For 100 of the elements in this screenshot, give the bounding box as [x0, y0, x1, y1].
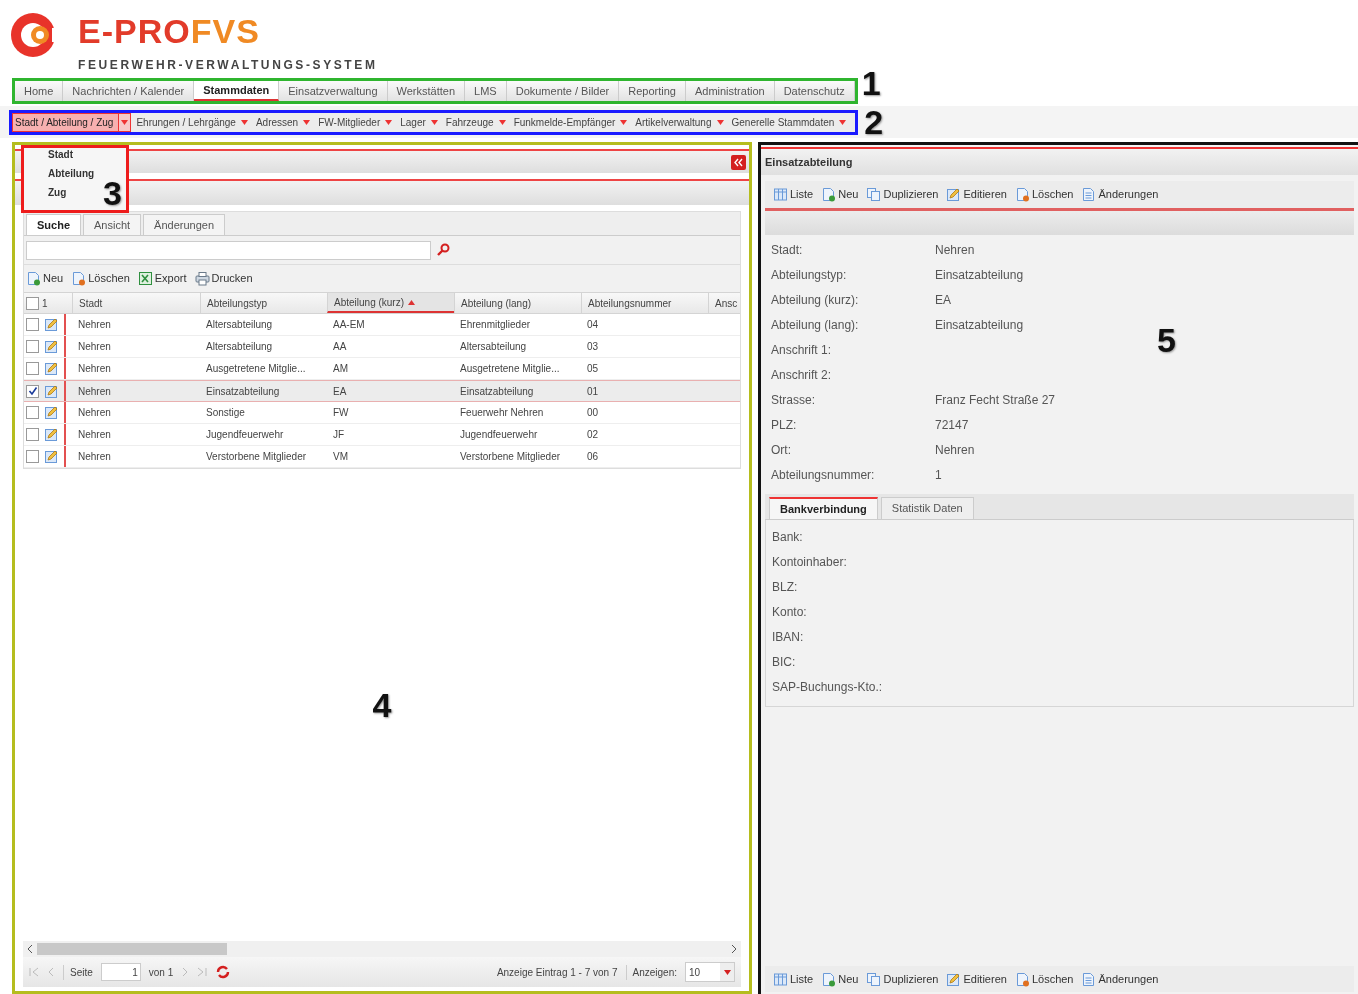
checkbox[interactable]: [26, 340, 39, 353]
toolbar-button[interactable]: Drucken: [194, 270, 253, 287]
menu-button[interactable]: Generelle Stammdaten: [728, 112, 850, 132]
tab[interactable]: Bankverbindung: [769, 497, 878, 519]
checkbox[interactable]: [26, 384, 39, 398]
menu-item[interactable]: Stadt: [48, 149, 73, 161]
field-label: SAP-Buchungs-Kto.:: [772, 679, 884, 696]
nav-tab[interactable]: Datenschutz: [774, 81, 855, 101]
scroll-right-icon[interactable]: [731, 945, 737, 953]
logo-subtitle: FEUERWEHR-VERWALTUNGS-SYSTEM: [78, 57, 378, 74]
table-cell-text: Altersabteilung: [459, 340, 528, 354]
nav-tab[interactable]: Stammdaten: [194, 81, 280, 101]
caret-icon: [240, 119, 248, 125]
nav-tab[interactable]: Nachrichten / Kalender: [63, 81, 195, 101]
toolbar-button[interactable]: Duplizieren: [866, 186, 939, 203]
toolbar-button[interactable]: Export: [137, 270, 187, 287]
first-page-icon[interactable]: [29, 967, 39, 977]
checkbox[interactable]: [26, 318, 39, 331]
nav-tab[interactable]: LMS: [465, 81, 507, 101]
page-field[interactable]: 1: [100, 963, 141, 981]
toolbar-button[interactable]: Neu: [821, 970, 859, 988]
table-cell-text: 02: [586, 428, 600, 442]
search-field[interactable]: [26, 240, 431, 260]
page-size-select[interactable]: 10: [685, 962, 735, 982]
document-minus-icon: [1014, 187, 1030, 202]
menu-button[interactable]: Lager: [397, 112, 441, 132]
column-header[interactable]: Abteilung (kurz): [327, 293, 454, 313]
column-header[interactable]: Ansc: [708, 293, 740, 313]
nav-tab[interactable]: Einsatzverwaltung: [279, 81, 388, 101]
toolbar-button[interactable]: Liste: [773, 186, 814, 203]
table-cell-text: Nehren: [77, 340, 112, 354]
callout-number: 2: [864, 105, 884, 139]
column-header[interactable]: Abteilungsnummer: [581, 293, 708, 313]
collapse-icon[interactable]: [731, 154, 746, 170]
toolbar-button[interactable]: Liste: [773, 970, 814, 988]
refresh-icon[interactable]: [215, 964, 232, 980]
next-page-icon[interactable]: [181, 967, 190, 977]
column-header[interactable]: Stadt: [72, 293, 200, 313]
menu-button[interactable]: Stadt / Abteilung / Zug: [12, 112, 132, 132]
caret-icon: [620, 119, 628, 125]
menu-button[interactable]: Adressen: [252, 112, 314, 132]
toolbar-button[interactable]: Änderungen: [1081, 186, 1159, 203]
toolbar-button[interactable]: Editieren: [946, 970, 1007, 988]
previous-page-icon[interactable]: [47, 967, 55, 977]
menu-button[interactable]: Artikelverwaltung: [632, 112, 727, 132]
table-row[interactable]: Nehren Jugendfeuerwehr JF Jugendfeuerwehr 02: [24, 424, 740, 446]
nav-tab[interactable]: Home: [15, 81, 64, 101]
last-page-icon[interactable]: [197, 967, 208, 977]
toolbar-button[interactable]: Neu: [821, 186, 859, 203]
field-label: Abteilungstyp:: [771, 267, 848, 284]
tab[interactable]: Ansicht: [83, 214, 142, 235]
table-cell-text: Feuerwehr Nehren: [459, 406, 545, 420]
menu-item[interactable]: Abteilung: [48, 168, 95, 180]
table-row[interactable]: Nehren Sonstige FW Feuerwehr Nehren 00: [24, 402, 740, 424]
table-icon: [773, 187, 788, 202]
checkbox[interactable]: [26, 296, 39, 310]
field-value: Nehren: [935, 442, 975, 459]
nav-tab[interactable]: Dokumente / Bilder: [506, 81, 620, 101]
toolbar-button[interactable]: Löschen: [71, 270, 130, 287]
table-row[interactable]: Nehren Einsatzabteilung EA Einsatzabteilung 01: [24, 380, 740, 402]
toolbar-button[interactable]: Änderungen: [1081, 970, 1159, 988]
field-label: Abteilungsnummer:: [771, 467, 876, 484]
search-icon[interactable]: [435, 242, 451, 258]
table-row[interactable]: Nehren Altersabteilung AA Altersabteilung 03: [24, 336, 740, 358]
callout-number: 4: [372, 688, 392, 722]
toolbar-button[interactable]: Löschen: [1014, 970, 1074, 988]
horizontal-scrollbar[interactable]: [23, 941, 741, 957]
column-header: 1: [42, 296, 48, 311]
nav-tab[interactable]: Reporting: [619, 81, 686, 101]
caret-icon: [839, 119, 847, 125]
table-cell-text: 01: [586, 384, 600, 399]
toolbar-button[interactable]: Neu: [26, 270, 64, 287]
field-value: EA: [935, 292, 951, 309]
toolbar-button[interactable]: Löschen: [1014, 186, 1074, 203]
checkbox[interactable]: [26, 450, 39, 463]
document-minus-icon: [71, 271, 87, 286]
checkbox[interactable]: [26, 428, 39, 441]
scroll-left-icon[interactable]: [27, 945, 33, 953]
menu-button[interactable]: FW-Mitglieder: [315, 112, 396, 132]
menu-button[interactable]: Ehrungen / Lehrgänge: [133, 112, 251, 132]
checkbox[interactable]: [26, 406, 39, 419]
printer-icon: [194, 271, 210, 286]
table-row[interactable]: Nehren Verstorbene Mitglieder VM Verstorbene Mitglieder 06: [24, 446, 740, 468]
nav-tab[interactable]: Administration: [685, 81, 775, 101]
table-row[interactable]: Nehren Altersabteilung AA-EM Ehrenmitglieder 04: [24, 314, 740, 336]
toolbar-button[interactable]: Duplizieren: [866, 970, 939, 988]
column-header[interactable]: Abteilung (lang): [454, 293, 581, 313]
tab[interactable]: Suche: [26, 214, 81, 235]
tab[interactable]: Statistik Daten: [880, 497, 974, 519]
table-cell-text: 00: [586, 406, 600, 420]
copy-icon: [866, 187, 882, 202]
toolbar-button[interactable]: Editieren: [946, 186, 1007, 203]
nav-tab[interactable]: Werkstätten: [387, 81, 466, 101]
table-cell-text: Ausgetretene Mitglie...: [205, 362, 307, 376]
table-cell-text: AA-EM: [332, 318, 366, 332]
menu-button[interactable]: Funkmelde-Empfänger: [510, 112, 631, 132]
tab[interactable]: Änderungen: [143, 214, 226, 235]
menu-button[interactable]: Fahrzeuge: [442, 112, 509, 132]
menu-item[interactable]: Zug: [48, 187, 67, 199]
checkbox[interactable]: [26, 362, 39, 375]
